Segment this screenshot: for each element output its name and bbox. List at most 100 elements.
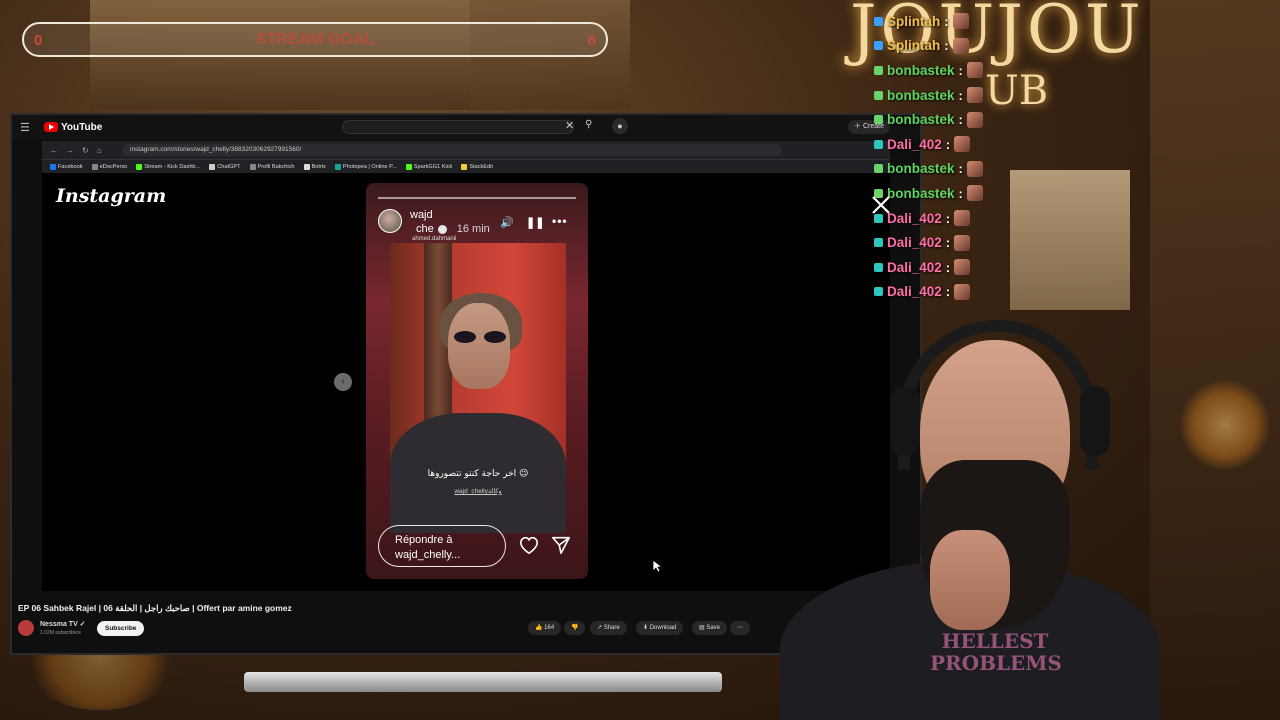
story-credit[interactable]: ahmed.dahmanii bbox=[412, 236, 456, 242]
chat-username[interactable]: Splintah bbox=[887, 14, 940, 29]
chat-separator: : bbox=[958, 62, 963, 78]
microphone-icon[interactable]: ● bbox=[612, 118, 628, 134]
bookmark-favicon-icon bbox=[303, 163, 310, 170]
chat-badge-icon bbox=[874, 41, 883, 51]
bookmark-item[interactable]: Profil Bakchich bbox=[249, 163, 295, 170]
chat-emote-icon bbox=[966, 87, 983, 104]
story-time: 16 min bbox=[456, 223, 490, 235]
bookmark-favicon-icon bbox=[209, 163, 216, 170]
chat-overlay: Splintah: Splintah: bonbastek: bonbastek: bo… bbox=[874, 9, 1004, 304]
bookmark-label: eDocPerso bbox=[99, 163, 128, 170]
chat-emote-icon bbox=[966, 62, 983, 79]
chat-emote-icon bbox=[966, 111, 983, 128]
bookmark-label: StackEdit bbox=[469, 163, 493, 170]
stream-scene: JOUJOU UB 0 STREAM GOAL 8 ☰ YouTube ✕ ⚲ … bbox=[0, 0, 1280, 720]
chat-username[interactable]: Splintah bbox=[887, 38, 940, 53]
chat-message: Dali_402: bbox=[874, 255, 1004, 280]
background-lamp bbox=[1180, 380, 1270, 470]
webcam-feed: HELLEST PROBLEMS bbox=[750, 300, 1170, 720]
search-icon[interactable]: ⚲ bbox=[585, 119, 592, 130]
chat-username[interactable]: Dali_402 bbox=[887, 260, 942, 275]
bookmarks-bar: Facebook eDocPerso Stream - Kick Dashb... C… bbox=[42, 159, 890, 173]
more-options-icon[interactable]: ••• bbox=[552, 214, 568, 228]
bookmark-favicon-icon bbox=[91, 163, 98, 170]
save-button[interactable]: ▤ Save bbox=[692, 621, 728, 635]
chat-username[interactable]: bonbastek bbox=[887, 186, 955, 201]
like-button[interactable]: 👍 164 bbox=[528, 621, 562, 635]
dislike-button[interactable]: 👎 bbox=[564, 621, 586, 635]
shirt-print: HELLEST PROBLEMS bbox=[930, 629, 1062, 675]
bookmark-item[interactable]: SparkGG1 Kick bbox=[405, 163, 452, 170]
download-label: Download bbox=[649, 625, 677, 631]
chat-emote-icon bbox=[966, 160, 983, 177]
chat-username[interactable]: bonbastek bbox=[887, 63, 955, 78]
verified-icon bbox=[437, 224, 447, 234]
reload-icon[interactable]: ↻ bbox=[82, 146, 89, 155]
subscribe-button[interactable]: Subscribe bbox=[97, 621, 145, 636]
chat-username[interactable]: bonbastek bbox=[887, 161, 955, 176]
youtube-logo[interactable]: YouTube bbox=[44, 122, 102, 133]
chat-username[interactable]: Dali_402 bbox=[887, 211, 942, 226]
chat-separator: : bbox=[945, 284, 951, 300]
chat-emote-icon bbox=[954, 136, 971, 153]
heart-icon[interactable] bbox=[518, 535, 540, 555]
chat-emote-icon bbox=[966, 185, 983, 202]
chat-badge-icon bbox=[874, 16, 883, 26]
youtube-search-input[interactable] bbox=[342, 120, 574, 134]
chat-username[interactable]: Dali_402 bbox=[887, 284, 942, 299]
chat-badge-icon bbox=[874, 262, 883, 272]
pause-icon[interactable]: ❚❚ bbox=[526, 216, 544, 229]
headset-earcup-left bbox=[890, 386, 920, 456]
chat-message: Dali_402: bbox=[874, 206, 1004, 231]
reply-input[interactable]: Répondre à wajd_chelly... bbox=[378, 525, 506, 567]
avatar[interactable] bbox=[378, 209, 402, 233]
chat-username[interactable]: Dali_402 bbox=[887, 137, 942, 152]
bookmark-item[interactable]: Stream - Kick Dashb... bbox=[136, 163, 200, 170]
chat-separator: : bbox=[944, 38, 949, 54]
chat-username[interactable]: bonbastek bbox=[887, 112, 955, 127]
chat-separator: : bbox=[945, 259, 951, 275]
chat-separator: : bbox=[945, 136, 951, 152]
url-field[interactable]: instagram.com/stories/wajd_chelly/388320… bbox=[122, 144, 782, 156]
bookmark-label: Botrix bbox=[311, 163, 326, 170]
story-progress-bar bbox=[378, 197, 576, 199]
close-icon[interactable]: ✕ bbox=[565, 119, 574, 132]
channel-name[interactable]: Nessma TV ✓ bbox=[40, 620, 86, 628]
chat-badge-icon bbox=[874, 139, 883, 149]
bookmark-item[interactable]: eDocPerso bbox=[91, 163, 128, 170]
instagram-logo[interactable]: Instagram bbox=[56, 185, 166, 207]
volume-icon[interactable]: 🔊 bbox=[500, 216, 514, 229]
bookmark-label: Profil Bakchich bbox=[257, 163, 295, 170]
previous-story-button[interactable]: ‹ bbox=[334, 373, 352, 391]
story-mention[interactable]: wajd_chellyوكالة bbox=[390, 487, 566, 495]
back-icon[interactable]: ← bbox=[50, 146, 58, 155]
story-photo: اخر حاجة كنتو تتصوروها 😉 wajd_chellyوكال… bbox=[390, 243, 566, 533]
chat-separator: : bbox=[945, 235, 951, 251]
bookmark-item[interactable]: Facebook bbox=[50, 163, 83, 170]
bookmark-item[interactable]: StackEdit bbox=[461, 163, 493, 170]
chat-badge-icon bbox=[874, 90, 883, 100]
chat-emote-icon bbox=[954, 234, 971, 251]
channel-avatar[interactable] bbox=[18, 620, 34, 636]
menu-icon[interactable]: ☰ bbox=[20, 121, 36, 134]
chat-username[interactable]: Dali_402 bbox=[887, 235, 942, 250]
chat-separator: : bbox=[958, 87, 963, 103]
bookmark-item[interactable]: Photopea | Online P... bbox=[334, 163, 397, 170]
download-button[interactable]: ⬇ Download bbox=[636, 621, 684, 635]
forward-icon[interactable]: → bbox=[66, 146, 74, 155]
youtube-play-icon bbox=[44, 122, 58, 132]
more-actions-button[interactable]: ⋯ bbox=[730, 621, 750, 635]
like-count: 164 bbox=[544, 625, 555, 631]
send-icon[interactable] bbox=[550, 535, 572, 555]
home-icon[interactable]: ⌂ bbox=[97, 146, 102, 155]
story-subname[interactable]: che bbox=[416, 223, 434, 235]
share-button[interactable]: ↗ Share bbox=[590, 621, 627, 635]
close-icon[interactable] bbox=[870, 194, 892, 216]
chat-emote-icon bbox=[952, 37, 969, 54]
bookmark-item[interactable]: ChatGPT bbox=[209, 163, 241, 170]
reply-placeholder-line2: wajd_chelly... bbox=[395, 549, 461, 561]
bookmark-label: ChatGPT bbox=[217, 163, 241, 170]
chat-username[interactable]: bonbastek bbox=[887, 88, 955, 103]
bookmark-item[interactable]: Botrix bbox=[303, 163, 326, 170]
story-username[interactable]: wajd bbox=[410, 209, 433, 221]
